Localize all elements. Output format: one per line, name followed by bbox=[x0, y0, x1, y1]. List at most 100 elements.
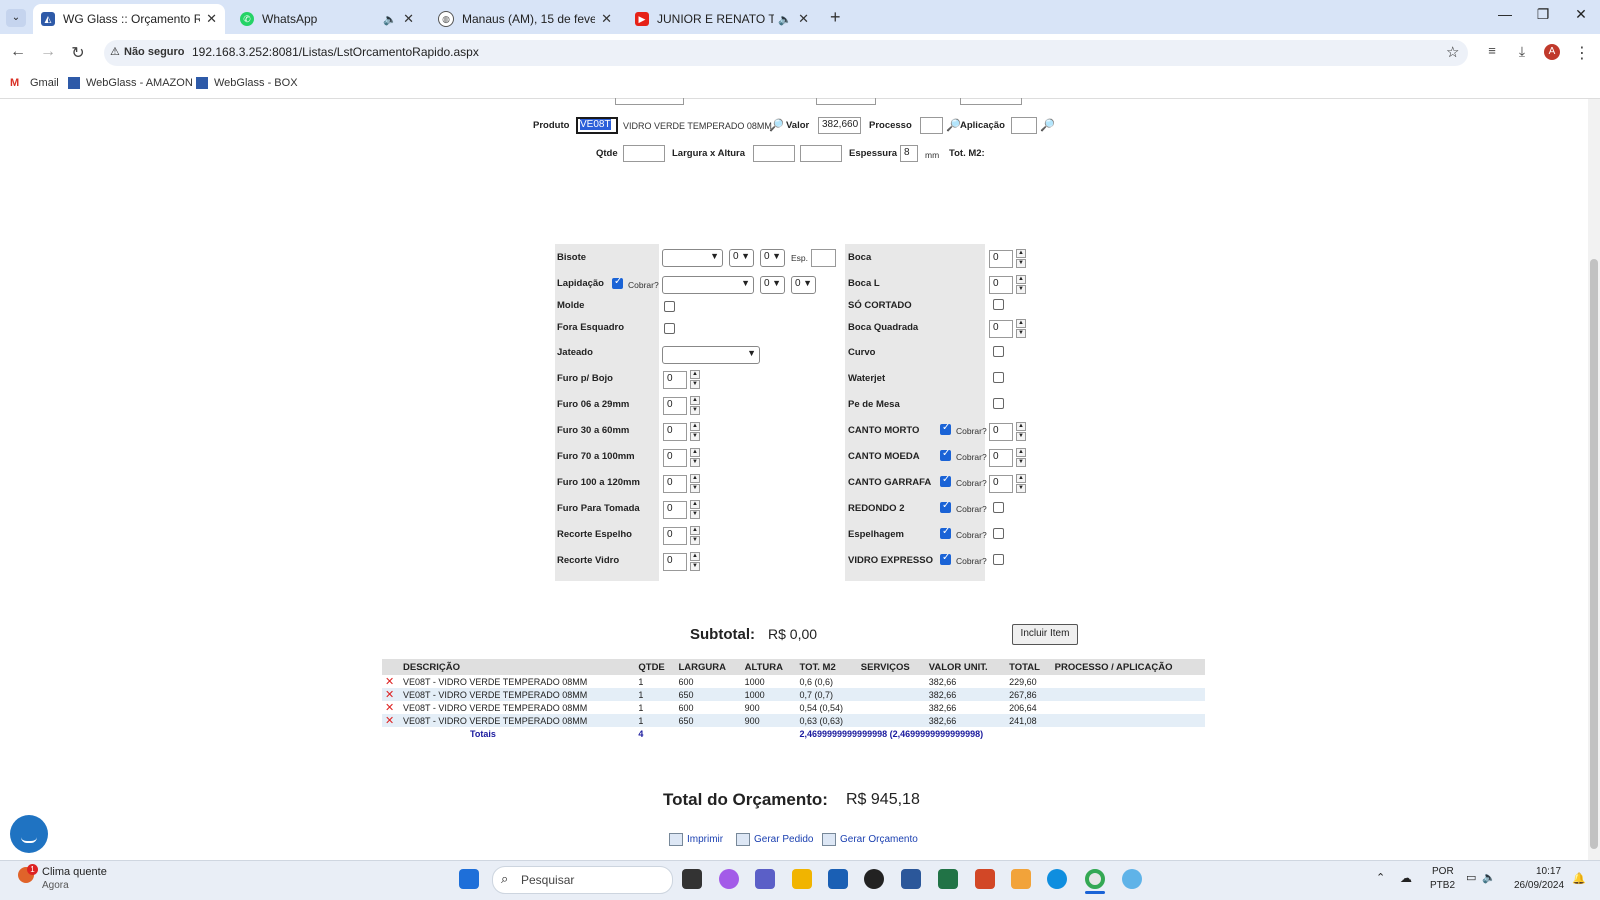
profile-avatar[interactable]: A bbox=[1544, 44, 1560, 60]
task-view-icon[interactable] bbox=[682, 869, 702, 889]
cobrar-checkbox[interactable] bbox=[940, 500, 951, 513]
left-quantity-input[interactable]: 0 bbox=[663, 527, 687, 545]
spinner-down-icon[interactable]: ▼ bbox=[690, 380, 700, 389]
right-quantity-input[interactable]: 0 bbox=[989, 250, 1013, 268]
spinner[interactable]: ▲ ▼ bbox=[690, 370, 700, 390]
clock-time[interactable]: 10:17 bbox=[1536, 866, 1561, 877]
bisote-type-select[interactable]: ▼ bbox=[662, 249, 723, 267]
volume-icon[interactable]: 🔈 bbox=[1482, 871, 1496, 884]
chrome-icon[interactable] bbox=[1085, 869, 1105, 889]
search-icon[interactable]: 🔎 bbox=[769, 118, 784, 132]
language-label[interactable]: POR bbox=[1432, 866, 1454, 877]
url-text[interactable]: 192.168.3.252:8081/Listas/LstOrcamentoRa… bbox=[192, 45, 479, 59]
monitor-icon[interactable]: ▭ bbox=[1466, 871, 1476, 884]
word-icon[interactable] bbox=[901, 869, 921, 889]
menu-kebab-icon[interactable]: ⋮ bbox=[1572, 43, 1592, 63]
cobrar-checkbox[interactable] bbox=[940, 448, 951, 461]
chevron-up-icon[interactable]: ⌃ bbox=[1376, 871, 1385, 884]
bisote-select-3[interactable]: 0 ▼ bbox=[760, 249, 785, 267]
imprimir-link[interactable]: Imprimir bbox=[669, 833, 723, 846]
left-quantity-input[interactable]: 0 bbox=[663, 475, 687, 493]
delete-icon[interactable]: ✕ bbox=[385, 702, 394, 714]
cobrar-checkbox[interactable] bbox=[940, 422, 951, 435]
spinner-up-icon[interactable]: ▲ bbox=[690, 370, 700, 379]
tab-search-button[interactable]: ⌄ bbox=[6, 9, 26, 27]
taskbar-search[interactable]: ⌕ Pesquisar bbox=[492, 866, 673, 894]
aplicacao-input[interactable] bbox=[1011, 117, 1037, 134]
service-checkbox[interactable] bbox=[993, 299, 1004, 310]
spinner[interactable]: ▲ ▼ bbox=[1016, 249, 1026, 269]
store-icon[interactable] bbox=[828, 869, 848, 889]
spinner[interactable]: ▲ ▼ bbox=[690, 474, 700, 494]
close-tab-icon[interactable]: ✕ bbox=[601, 11, 612, 27]
speaker-icon[interactable]: 🔈 bbox=[383, 13, 397, 26]
left-quantity-input[interactable]: 0 bbox=[663, 501, 687, 519]
back-icon[interactable]: ← bbox=[8, 43, 28, 61]
service-checkbox[interactable] bbox=[993, 346, 1004, 357]
spinner-up-icon[interactable]: ▲ bbox=[1016, 275, 1026, 284]
largura-input[interactable] bbox=[753, 145, 795, 162]
spinner-down-icon[interactable]: ▼ bbox=[690, 562, 700, 571]
spinner-down-icon[interactable]: ▼ bbox=[690, 510, 700, 519]
lapidacao-cobrar-checkbox[interactable] bbox=[612, 276, 623, 289]
right-quantity-input[interactable]: 0 bbox=[989, 475, 1013, 493]
spinner-down-icon[interactable]: ▼ bbox=[690, 536, 700, 545]
warning-icon[interactable]: ⚠ bbox=[110, 45, 120, 58]
delete-icon[interactable]: ✕ bbox=[385, 689, 394, 701]
close-tab-icon[interactable]: ✕ bbox=[206, 11, 217, 27]
left-quantity-input[interactable]: 0 bbox=[663, 553, 687, 571]
chat-bubble-icon[interactable] bbox=[10, 815, 48, 853]
spinner[interactable]: ▲ ▼ bbox=[690, 500, 700, 520]
download-icon[interactable]: ⤓ bbox=[1512, 43, 1532, 60]
files-icon[interactable] bbox=[1011, 869, 1031, 889]
espessura-input[interactable]: 8 bbox=[900, 145, 918, 162]
qtde-input[interactable] bbox=[623, 145, 665, 162]
search-icon[interactable]: 🔎 bbox=[946, 118, 961, 132]
edge-icon[interactable] bbox=[1047, 869, 1067, 889]
powerpoint-icon[interactable] bbox=[975, 869, 995, 889]
spinner-up-icon[interactable]: ▲ bbox=[1016, 319, 1026, 328]
produto-code-input[interactable]: VE08T bbox=[576, 117, 618, 134]
service-checkbox[interactable] bbox=[993, 554, 1004, 565]
spinner-up-icon[interactable]: ▲ bbox=[690, 552, 700, 561]
tab-manaus[interactable]: ◍ Manaus (AM), 15 de fevereiro d ✕ bbox=[430, 4, 620, 34]
close-tab-icon[interactable]: ✕ bbox=[798, 11, 809, 27]
bisote-select-2[interactable]: 0 ▼ bbox=[729, 249, 754, 267]
file-explorer-icon[interactable] bbox=[792, 869, 812, 889]
reload-icon[interactable]: ↻ bbox=[68, 43, 88, 63]
service-checkbox[interactable] bbox=[993, 372, 1004, 383]
omnibox[interactable]: ⚠ Não seguro 192.168.3.252:8081/Listas/L… bbox=[104, 40, 1468, 66]
valor-input[interactable]: 382,660 bbox=[818, 117, 861, 134]
service-checkbox[interactable] bbox=[993, 528, 1004, 539]
spinner-down-icon[interactable]: ▼ bbox=[1016, 432, 1026, 441]
lapidacao-select-3[interactable]: 0 ▼ bbox=[791, 276, 816, 294]
left-quantity-input[interactable]: 0 bbox=[663, 371, 687, 389]
spinner-down-icon[interactable]: ▼ bbox=[1016, 458, 1026, 467]
spinner[interactable]: ▲ ▼ bbox=[1016, 275, 1026, 295]
spinner-down-icon[interactable]: ▼ bbox=[1016, 329, 1026, 338]
close-window-icon[interactable]: ✕ bbox=[1566, 6, 1596, 23]
close-tab-icon[interactable]: ✕ bbox=[403, 11, 414, 27]
bookmark-amazon[interactable]: WebGlass - AMAZON bbox=[68, 77, 193, 89]
spinner-up-icon[interactable]: ▲ bbox=[690, 474, 700, 483]
spinner[interactable]: ▲ ▼ bbox=[690, 448, 700, 468]
spinner[interactable]: ▲ ▼ bbox=[690, 422, 700, 442]
spinner-down-icon[interactable]: ▼ bbox=[690, 432, 700, 441]
page-scrollbar[interactable] bbox=[1588, 99, 1600, 860]
network-app-icon[interactable] bbox=[1122, 869, 1142, 889]
lapidacao-type-select[interactable]: ▼ bbox=[662, 276, 754, 294]
clock-date[interactable]: 26/09/2024 bbox=[1514, 880, 1564, 891]
restore-icon[interactable]: ❐ bbox=[1528, 6, 1558, 23]
spinner-up-icon[interactable]: ▲ bbox=[690, 448, 700, 457]
media-control-icon[interactable]: ≡ bbox=[1482, 43, 1502, 58]
cloud-icon[interactable]: ☁ bbox=[1400, 871, 1412, 885]
jateado-select[interactable]: ▼ bbox=[662, 346, 760, 364]
spinner-down-icon[interactable]: ▼ bbox=[1016, 285, 1026, 294]
windows-start-icon[interactable] bbox=[459, 869, 479, 889]
scrollbar-thumb[interactable] bbox=[1590, 259, 1598, 849]
teams-icon[interactable] bbox=[755, 869, 775, 889]
spinner-up-icon[interactable]: ▲ bbox=[1016, 249, 1026, 258]
tab-whatsapp[interactable]: ✆ WhatsApp 🔈 ✕ bbox=[232, 4, 422, 34]
bisote-esp-input[interactable] bbox=[811, 249, 836, 267]
spinner[interactable]: ▲ ▼ bbox=[1016, 448, 1026, 468]
